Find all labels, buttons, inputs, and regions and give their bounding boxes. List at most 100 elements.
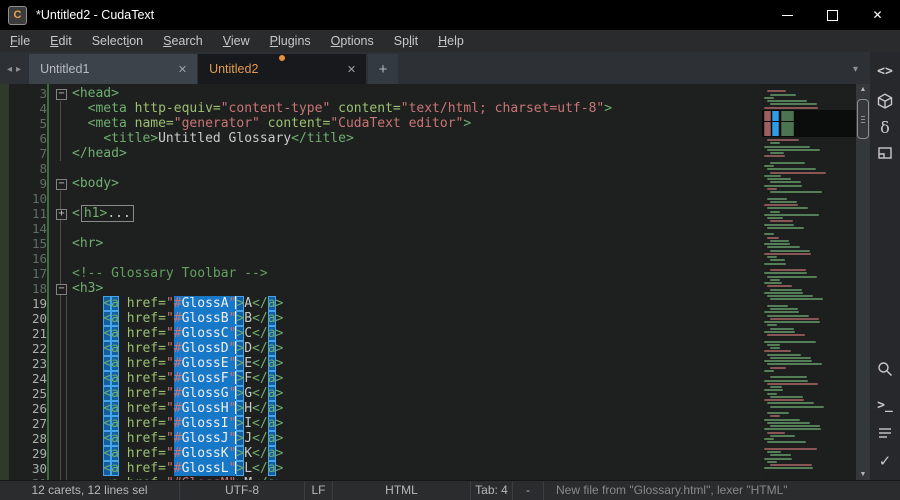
minimap-line <box>770 396 803 398</box>
code-line-22[interactable]: 22 <a href="#GlossD">D</a> <box>9 341 762 356</box>
minimap-line <box>767 178 791 180</box>
tab-prev-icon[interactable]: ◂ <box>7 64 16 75</box>
code-line-6[interactable]: 6 <title>Untitled Glossary</title> <box>9 131 762 146</box>
fold-minus-icon[interactable]: − <box>56 179 67 190</box>
fold-column: − <box>55 86 72 101</box>
tab-untitled1[interactable]: Untitled1✕ <box>29 54 197 84</box>
code-line-20[interactable]: 20 <a href="#GlossB">B</a> <box>9 311 762 326</box>
code-line-23[interactable]: 23 <a href="#GlossE">E</a> <box>9 356 762 371</box>
minimap-line <box>767 305 788 307</box>
code-area[interactable]: 3−<head>4 <meta http-equiv="content-type… <box>9 86 762 480</box>
status-line-ends[interactable]: LF <box>305 481 333 500</box>
validate-icon[interactable]: ✓ <box>872 448 898 474</box>
minimap-visible-region[interactable] <box>762 110 856 137</box>
minimap-line <box>764 204 798 206</box>
menu-item-search[interactable]: Search <box>153 30 213 52</box>
menu-item-split[interactable]: Split <box>384 30 428 52</box>
title-bar: C *Untitled2 - CudaText ✕ <box>0 0 900 30</box>
code-line-5[interactable]: 5 <meta name="generator" content="CudaTe… <box>9 116 762 131</box>
code-line-24[interactable]: 24 <a href="#GlossF">F</a> <box>9 371 762 386</box>
code-line-3[interactable]: 3−<head> <box>9 86 762 101</box>
menu-item-help[interactable]: Help <box>428 30 474 52</box>
tab-untitled2[interactable]: Untitled2✕ <box>198 54 366 84</box>
minimap-line <box>767 149 820 151</box>
menu-item-selection[interactable]: Selection <box>82 30 153 52</box>
package-icon[interactable] <box>872 88 898 114</box>
code-line-18[interactable]: 18−<h3> <box>9 281 762 296</box>
code-line-8[interactable]: 8 <box>9 161 762 176</box>
minimap-line <box>770 162 805 164</box>
editor-area[interactable]: 3−<head>4 <meta http-equiv="content-type… <box>0 84 856 480</box>
code-tree-icon[interactable]: <> <box>872 58 898 84</box>
code-line-16[interactable]: 16 <box>9 251 762 266</box>
code-line-27[interactable]: 27 <a href="#GlossI">I</a> <box>9 416 762 431</box>
status-encoding[interactable]: UTF-8 <box>180 481 305 500</box>
fold-column <box>55 416 72 431</box>
code-line-29[interactable]: 29 <a href="#GlossK">K</a> <box>9 446 762 461</box>
code-line-30[interactable]: 30 <a href="#GlossL">L</a> <box>9 461 762 476</box>
code-line-14[interactable]: 14 <box>9 221 762 236</box>
code-text: <a href="#GlossB">B</a> <box>72 311 283 326</box>
maximize-button[interactable] <box>810 0 855 30</box>
menu-item-file[interactable]: File <box>0 30 40 52</box>
minimap-line <box>764 428 821 430</box>
status-bar: 12 carets, 12 lines selUTF-8LFHTMLTab: 4… <box>0 480 900 500</box>
snippets-icon[interactable]: δ <box>872 114 898 140</box>
code-line-21[interactable]: 21 <a href="#GlossC">C</a> <box>9 326 762 341</box>
minimize-button[interactable] <box>765 0 810 30</box>
groups-icon[interactable] <box>872 140 898 166</box>
minimap[interactable] <box>762 84 856 480</box>
status-tab-size[interactable]: Tab: 4 <box>471 481 513 500</box>
minimap-line <box>764 331 795 333</box>
vertical-scrollbar[interactable]: ▲ ▼ <box>856 84 870 480</box>
tab-scroll-arrows[interactable]: ◂▸ <box>0 64 29 84</box>
scroll-down-icon[interactable]: ▼ <box>856 471 870 478</box>
minimap-line <box>767 354 801 356</box>
code-line-7[interactable]: 7</head> <box>9 146 762 161</box>
code-line-4[interactable]: 4 <meta http-equiv="content-type" conten… <box>9 101 762 116</box>
minimap-line <box>770 376 807 378</box>
minimize-icon <box>782 15 793 16</box>
minimap-line <box>767 402 814 404</box>
close-button[interactable]: ✕ <box>855 0 900 30</box>
menu-item-options[interactable]: Options <box>321 30 384 52</box>
console-icon[interactable]: >_ <box>872 392 898 418</box>
fold-minus-icon[interactable]: − <box>56 284 67 295</box>
output-list-icon[interactable] <box>872 420 898 446</box>
menu-item-edit[interactable]: Edit <box>40 30 82 52</box>
minimap-line <box>764 321 820 323</box>
code-line-10[interactable]: 10 <box>9 191 762 206</box>
new-tab-button[interactable]: + <box>368 54 398 84</box>
menu-item-plugins[interactable]: Plugins <box>260 30 321 52</box>
tab-close-icon[interactable]: ✕ <box>347 63 356 76</box>
minimap-line <box>764 458 792 460</box>
fold-column <box>55 326 72 341</box>
tab-list-dropdown-icon[interactable]: ▾ <box>853 64 870 84</box>
code-line-28[interactable]: 28 <a href="#GlossJ">J</a> <box>9 431 762 446</box>
minimap-line <box>767 256 777 258</box>
scroll-up-icon[interactable]: ▲ <box>856 86 870 93</box>
code-line-19[interactable]: 19 <a href="#GlossA">A</a> <box>9 296 762 311</box>
menu-item-view[interactable]: View <box>213 30 260 52</box>
tab-close-icon[interactable]: ✕ <box>178 63 187 76</box>
tab-next-icon[interactable]: ▸ <box>16 64 25 75</box>
status-caret-pos[interactable]: - <box>513 481 544 500</box>
minimap-line <box>767 441 806 443</box>
code-line-11[interactable]: 11+<h1>... <box>9 206 762 221</box>
fold-plus-icon[interactable]: + <box>56 209 67 220</box>
scrollbar-thumb[interactable] <box>857 99 869 139</box>
code-line-26[interactable]: 26 <a href="#GlossH">H</a> <box>9 401 762 416</box>
folded-block[interactable]: h1>... <box>81 205 134 222</box>
code-line-25[interactable]: 25 <a href="#GlossG">G</a> <box>9 386 762 401</box>
minimap-line <box>770 386 782 388</box>
code-line-17[interactable]: 17<!-- Glossary Toolbar --> <box>9 266 762 281</box>
search-icon[interactable] <box>872 356 898 382</box>
status-lexer[interactable]: HTML <box>333 481 471 500</box>
fold-column <box>55 236 72 251</box>
code-line-15[interactable]: 15<hr> <box>9 236 762 251</box>
fold-minus-icon[interactable]: − <box>56 89 67 100</box>
minimap-line <box>770 425 820 427</box>
minimap-line <box>764 419 800 421</box>
code-line-9[interactable]: 9−<body> <box>9 176 762 191</box>
fold-column <box>55 461 72 476</box>
